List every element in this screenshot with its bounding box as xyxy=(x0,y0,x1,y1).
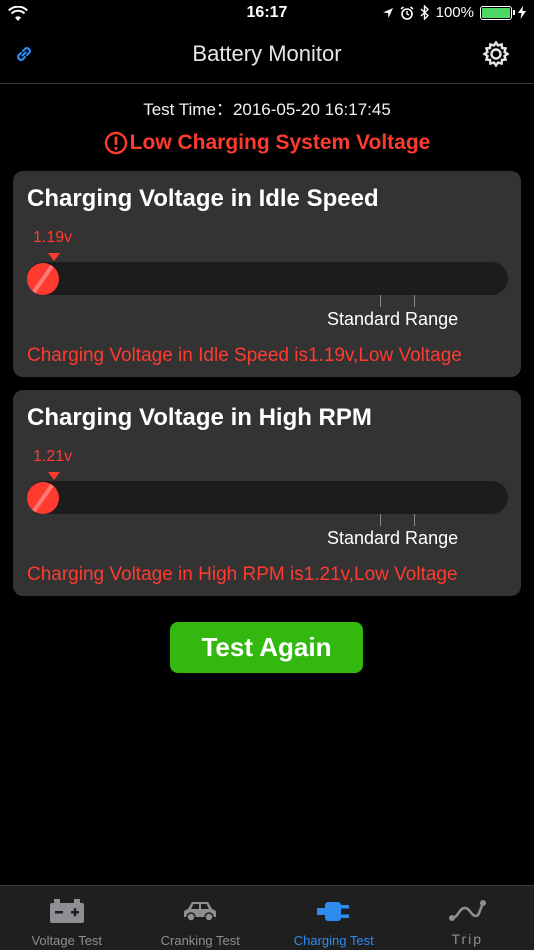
test-time: Test Time：2016-05-20 16:17:45 xyxy=(0,95,534,120)
warning-icon xyxy=(104,131,127,155)
tab-cranking-test[interactable]: Cranking Test xyxy=(134,886,268,950)
location-arrow-icon xyxy=(382,7,393,18)
alert-banner: Low Charging System Voltage xyxy=(0,131,534,155)
tab-label: Trip xyxy=(451,931,484,947)
tab-voltage-test[interactable]: Voltage Test xyxy=(0,886,134,950)
standard-range-label: Standard Range xyxy=(327,309,459,329)
gear-icon[interactable] xyxy=(482,40,510,68)
test-time-value: 2016-05-20 16:17:45 xyxy=(232,100,391,119)
alarm-clock-icon xyxy=(400,5,414,20)
alert-text: Low Charging System Voltage xyxy=(129,131,431,154)
reading-marker-icon xyxy=(48,472,60,480)
gauge-knob xyxy=(27,482,59,514)
test-time-label: Test Time： xyxy=(143,100,233,119)
range-tick-high xyxy=(414,514,415,526)
tab-label: Voltage Test xyxy=(31,933,103,948)
bluetooth-icon xyxy=(420,5,429,20)
tab-trip[interactable]: Trip xyxy=(401,886,534,950)
nav-bar: Battery Monitor xyxy=(0,28,534,84)
standard-range-label: Standard Range xyxy=(327,528,459,548)
test-again-button[interactable]: Test Again xyxy=(170,622,363,673)
verdict-text: Charging Voltage in High RPM is1.21v,Low… xyxy=(27,564,458,585)
tab-bar: Voltage Test Cranking Test Charging Test… xyxy=(0,885,534,950)
voltage-reading: 1.19v xyxy=(33,229,73,246)
range-tick-low xyxy=(380,514,381,526)
voltage-gauge-track xyxy=(27,262,508,295)
reading-marker-icon xyxy=(48,253,60,261)
tab-charging-test[interactable]: Charging Test xyxy=(267,886,401,950)
battery-percent: 100% xyxy=(435,4,474,21)
charging-bolt-icon xyxy=(518,6,526,19)
range-tick-high xyxy=(414,295,415,307)
tab-label: Cranking Test xyxy=(160,933,240,948)
high-rpm-card: Charging Voltage in High RPM 1.21v Stand… xyxy=(13,390,521,596)
battery-icon xyxy=(480,5,515,20)
trip-route-icon xyxy=(449,900,487,921)
page-title: Battery Monitor xyxy=(192,41,342,66)
status-bar: 16:17 100% xyxy=(0,0,534,28)
idle-speed-card: Charging Voltage in Idle Speed 1.19v Sta… xyxy=(13,171,521,377)
charging-plug-icon xyxy=(316,902,349,921)
tab-label: Charging Test xyxy=(293,933,374,948)
gauge-knob xyxy=(27,263,59,295)
car-icon xyxy=(184,902,217,922)
car-battery-icon xyxy=(49,899,84,923)
card-title: Charging Voltage in High RPM xyxy=(27,404,372,431)
verdict-text: Charging Voltage in Idle Speed is1.19v,L… xyxy=(27,345,462,366)
voltage-reading: 1.21v xyxy=(33,448,73,465)
status-right: 100% xyxy=(382,4,526,21)
card-title: Charging Voltage in Idle Speed xyxy=(27,185,379,212)
range-tick-low xyxy=(380,295,381,307)
voltage-gauge-track xyxy=(27,481,508,514)
